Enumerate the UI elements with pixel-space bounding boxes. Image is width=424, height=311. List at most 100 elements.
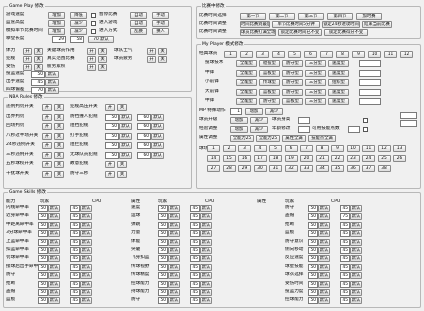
default-button[interactable]: 默认 [168,247,180,254]
player-skill-input[interactable]: 50 [38,205,48,212]
default-button[interactable]: 默认 [119,142,132,149]
default-button[interactable]: 默认 [48,205,60,212]
page-button[interactable]: 11 [384,51,397,58]
default-button[interactable]: 默认 [48,272,60,280]
default-button[interactable]: 默认 [168,263,180,271]
build-type-button[interactable]: 三分型 [305,88,326,96]
default-button[interactable]: 默认 [48,221,60,229]
grid-number-button[interactable]: 32 [284,165,298,172]
player-skill-input[interactable]: 50 [158,230,168,238]
default-button[interactable]: 默认 [200,280,212,288]
rule-value-input[interactable]: 60 [137,123,151,130]
player-skill-input[interactable]: 50 [308,297,318,305]
default-button[interactable]: 默认 [350,263,362,271]
cpu-skill-input[interactable]: 45 [70,297,80,305]
on-button[interactable]: 开 [87,56,96,63]
option-checkbox[interactable] [363,127,368,132]
default-button[interactable]: 默认 [168,230,180,238]
cpu-skill-input[interactable]: 75 [340,213,350,221]
grid-number-button[interactable]: 11 [362,145,375,152]
on-button[interactable]: 开 [42,151,52,159]
quarter-button[interactable]: 第一节 [240,13,266,20]
default-button[interactable]: 默认 [200,263,212,271]
player-skill-input[interactable]: 50 [308,247,318,254]
default-button[interactable]: 默认 [318,289,330,296]
option-checkbox[interactable] [91,13,96,18]
grid-number-button[interactable]: 8 [315,145,329,152]
default-button[interactable]: 默认 [318,221,330,229]
cpu-skill-input[interactable]: 45 [190,205,200,212]
build-type-button[interactable]: 速度型 [328,88,349,96]
cpu-skill-input[interactable]: 45 [70,205,80,212]
off-button[interactable]: 关 [54,151,64,159]
player-skill-input[interactable]: 50 [38,297,48,305]
build-type-button[interactable]: 篮板型 [259,88,280,96]
clock-action-button[interactable]: 结束当前比赛 [362,21,392,28]
rule-value-input[interactable]: 60 [137,151,151,159]
cpu-skill-input[interactable]: 45 [70,263,80,271]
default-button[interactable]: 默认 [168,205,180,212]
game-play-value-input[interactable]: 29 [52,36,66,43]
decrease-button[interactable]: 减少 [70,28,87,35]
player-skill-input[interactable]: 50 [38,289,48,296]
player-skill-input[interactable]: 50 [308,205,318,212]
grid-number-button[interactable]: 24 [362,155,375,162]
default-button[interactable]: 默认 [48,297,60,305]
grid-number-button[interactable]: 15 [222,155,236,162]
default-button[interactable]: 默认 [168,272,180,280]
page-button[interactable]: 3 [256,51,269,58]
default-button[interactable]: 默认 [151,142,164,149]
cpu-skill-input[interactable]: 45 [70,272,80,280]
off-button[interactable]: 关 [54,132,64,140]
grid-number-button[interactable]: 36 [346,165,360,172]
default-button[interactable]: 默认 [80,255,92,263]
player-control-input[interactable] [298,126,310,133]
player-skill-input[interactable]: 50 [38,280,48,288]
player-skill-input[interactable]: 50 [158,255,168,263]
player-skill-input[interactable]: 50 [38,255,48,263]
page-button[interactable]: 2 [240,51,253,58]
player-skill-input[interactable]: 50 [158,280,168,288]
build-type-button[interactable]: 防守型 [282,60,303,67]
default-button[interactable]: 默认 [200,238,212,246]
default-button[interactable]: 默认 [200,297,212,305]
build-type-button[interactable]: 全能型 [236,79,257,86]
default-button[interactable]: 默认 [318,255,330,263]
off-button[interactable]: 关 [98,48,107,55]
off-button[interactable]: 关 [158,48,167,55]
cpu-skill-input[interactable]: 45 [190,255,200,263]
cpu-skill-input[interactable]: 45 [340,263,350,271]
auto-button[interactable]: 乱换 [130,28,147,35]
grid-number-button[interactable]: 21 [315,155,329,162]
default-button[interactable]: 默认 [48,230,60,238]
page-button[interactable]: 12 [400,51,413,58]
attribute-button[interactable]: 全能力25 [230,135,254,142]
clock-action-button[interactable]: 时间比赛到最后 [240,21,270,28]
grid-number-button[interactable]: 23 [346,155,360,162]
cpu-skill-input[interactable]: 45 [190,238,200,246]
off-button[interactable]: 关 [54,113,64,121]
manual-button[interactable]: 手动 [152,20,169,27]
default-button[interactable]: 默认 [200,272,212,280]
page-button[interactable]: 8 [336,51,349,58]
default-button[interactable]: 默认 [350,205,362,212]
build-type-button[interactable]: 三分型 [305,60,326,67]
default-button[interactable]: 默认 [45,71,59,78]
attribute-button[interactable]: 技能点全满 [308,135,336,142]
attribute-button[interactable]: 属性全满 [282,135,306,142]
default-button[interactable]: 默认 [80,230,92,238]
default-button[interactable]: 默认 [318,297,330,305]
player-skill-input[interactable]: 50 [158,247,168,254]
player-skill-input[interactable]: 50 [38,213,48,221]
cpu-skill-input[interactable]: 45 [70,289,80,296]
grid-number-button[interactable]: 31 [269,165,282,172]
build-type-button[interactable]: 三分型 [305,98,326,105]
player-skill-input[interactable]: 50 [158,297,168,305]
player-control-input[interactable] [348,126,360,133]
grid-number-button[interactable]: 12 [377,145,391,152]
game-play-value-input[interactable]: 58 [70,36,84,43]
build-type-button[interactable]: 防守型 [259,98,280,105]
clock-action-button[interactable]: 锁定24秒进攻时间 [322,21,360,28]
on-button[interactable]: 开 [23,48,32,55]
increase-button[interactable]: 增加 [48,28,65,35]
